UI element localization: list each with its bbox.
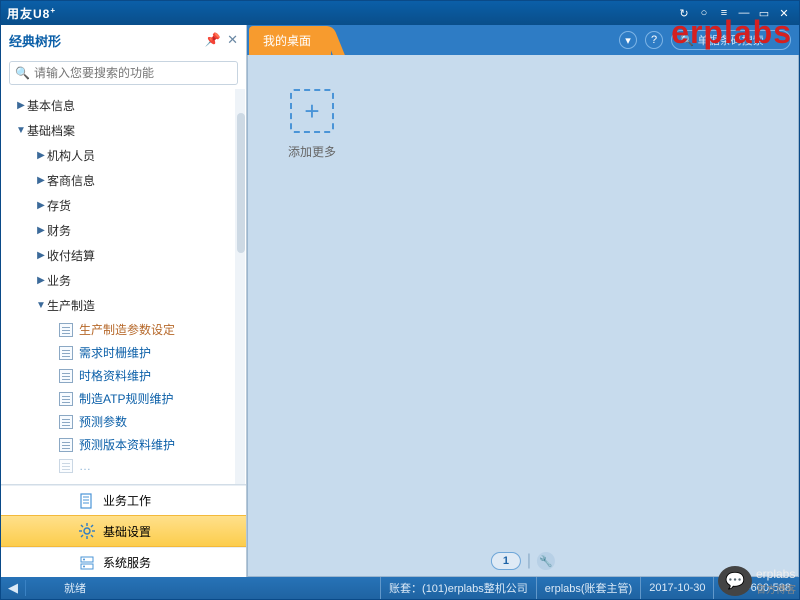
- search-icon: 🔍: [680, 34, 694, 47]
- document-icon: [59, 346, 73, 360]
- status-bar: ◀ 就绪 账套：(101)erplabs整机公司 erplabs(账套主管) 2…: [1, 577, 799, 599]
- scrollbar-thumb[interactable]: [237, 113, 245, 253]
- tree-node-manufacture[interactable]: ▼生产制造: [1, 293, 246, 318]
- top-bar: 经典树形 📌 ✕ 我的桌面 ▾ ? 🔍 单据条码搜索: [1, 25, 799, 55]
- sidebar: 🔍 ▶基本信息 ▼基础档案 ▶机构人员 ▶客商信息 ▶存货 ▶财务 ▶收付结算 …: [1, 55, 247, 577]
- tree-leaf-forecast-version[interactable]: 预测版本资料维护: [1, 433, 246, 456]
- tree-leaf-atp-rules[interactable]: 制造ATP规则维护: [1, 387, 246, 410]
- tree-node-org[interactable]: ▶机构人员: [1, 143, 246, 168]
- tab-desktop[interactable]: 我的桌面: [249, 26, 331, 55]
- caret-right-icon: ▶: [35, 250, 47, 261]
- caret-right-icon: ▶: [35, 150, 47, 161]
- close-panel-icon[interactable]: ✕: [227, 32, 238, 48]
- back-icon[interactable]: ◀: [1, 580, 25, 596]
- user-icon[interactable]: ○: [695, 6, 713, 20]
- tree-leaf-demand-fence[interactable]: 需求时栅维护: [1, 341, 246, 364]
- top-search[interactable]: 🔍 单据条码搜索: [671, 30, 791, 50]
- chat-name: erplabs: [756, 567, 796, 581]
- document-icon: [59, 415, 73, 429]
- caret-right-icon: ▶: [35, 200, 47, 211]
- search-placeholder: 单据条码搜索: [698, 32, 764, 48]
- tree-leaf-forecast-params[interactable]: 预测参数: [1, 410, 246, 433]
- document-icon: [59, 323, 73, 337]
- tree-node-basic-info[interactable]: ▶基本信息: [1, 93, 246, 118]
- tree-leaf-manufacture-params[interactable]: 生产制造参数设定: [1, 318, 246, 341]
- tree-node-business[interactable]: ▶业务: [1, 268, 246, 293]
- tree-leaf-cut[interactable]: …: [1, 456, 246, 476]
- settings-icon[interactable]: ≡: [715, 6, 733, 20]
- tree-leaf-timegrid[interactable]: 时格资料维护: [1, 364, 246, 387]
- document-icon: [59, 438, 73, 452]
- add-more-label: 添加更多: [282, 143, 342, 160]
- document-icon: [59, 459, 73, 473]
- quick-system-service[interactable]: 系统服务: [1, 547, 246, 577]
- status-date: 2017-10-30: [640, 577, 713, 599]
- minimize-button[interactable]: —: [735, 6, 753, 20]
- gear-icon: [79, 523, 95, 539]
- maximize-button[interactable]: ▭: [755, 6, 773, 20]
- refresh-icon[interactable]: ↻: [675, 6, 693, 20]
- app-brand: 用友U8+: [7, 5, 56, 22]
- quick-nav: 业务工作 基础设置 系统服务: [1, 484, 246, 577]
- chat-overlay: 💬 erplabs 官方博客: [718, 566, 796, 596]
- document-icon: [59, 392, 73, 406]
- status-account: 账套：(101)erplabs整机公司: [380, 577, 536, 599]
- pager: 1 | 🔧: [491, 552, 555, 570]
- server-icon: [79, 555, 95, 571]
- caret-right-icon: ▶: [35, 175, 47, 186]
- status-user: erplabs(账套主管): [536, 577, 640, 599]
- main-content: + 添加更多 1 | 🔧: [247, 55, 799, 577]
- caret-right-icon: ▶: [35, 275, 47, 286]
- status-ready: 就绪: [25, 580, 247, 596]
- chat-bubble-icon[interactable]: 💬: [718, 566, 752, 596]
- pin-icon[interactable]: 📌: [205, 32, 221, 48]
- tree-node-finance[interactable]: ▶财务: [1, 218, 246, 243]
- tree-node-inventory[interactable]: ▶存货: [1, 193, 246, 218]
- title-bar: 用友U8+ ↻ ○ ≡ — ▭ ✕: [1, 1, 799, 25]
- tab-dropdown-icon[interactable]: ▾: [619, 31, 637, 49]
- help-icon[interactable]: ?: [645, 31, 663, 49]
- tree-node-base-archive[interactable]: ▼基础档案: [1, 118, 246, 143]
- panel-title: 经典树形: [9, 31, 199, 50]
- caret-right-icon: ▶: [15, 100, 27, 111]
- page-indicator[interactable]: 1: [491, 552, 521, 570]
- document-icon: [79, 493, 95, 509]
- wrench-icon[interactable]: 🔧: [537, 552, 555, 570]
- search-icon: 🔍: [15, 66, 30, 80]
- tree-node-customer[interactable]: ▶客商信息: [1, 168, 246, 193]
- caret-right-icon: ▶: [35, 225, 47, 236]
- close-button[interactable]: ✕: [775, 6, 793, 20]
- document-icon: [59, 369, 73, 383]
- quick-base-settings[interactable]: 基础设置: [1, 515, 246, 547]
- chat-sub: 官方博客: [756, 581, 796, 596]
- nav-tree: ▶基本信息 ▼基础档案 ▶机构人员 ▶客商信息 ▶存货 ▶财务 ▶收付结算 ▶业…: [1, 89, 246, 484]
- sidebar-search-input[interactable]: [9, 61, 238, 85]
- quick-business-work[interactable]: 业务工作: [1, 485, 246, 515]
- tree-node-settlement[interactable]: ▶收付结算: [1, 243, 246, 268]
- caret-down-icon: ▼: [15, 125, 27, 136]
- add-more-button[interactable]: +: [290, 89, 334, 133]
- caret-down-icon: ▼: [35, 300, 47, 311]
